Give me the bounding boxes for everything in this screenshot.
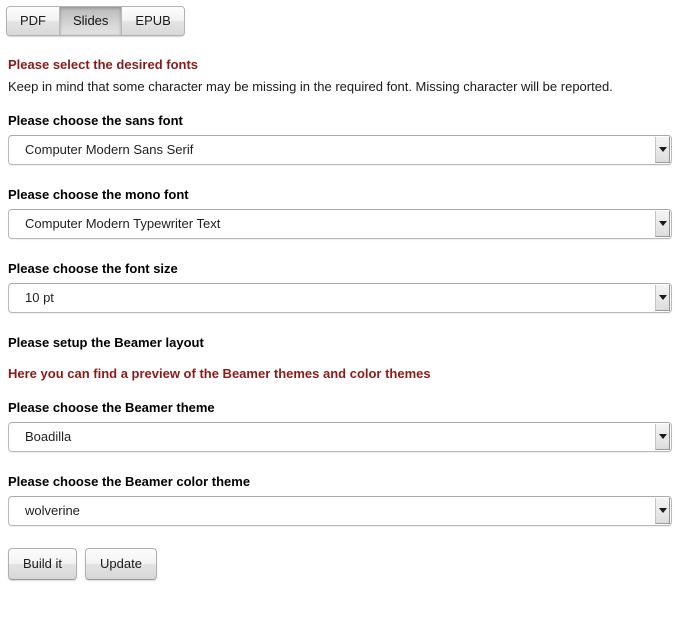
fonts-section-description: Keep in mind that some character may be … — [8, 79, 613, 94]
update-button[interactable]: Update — [85, 548, 157, 580]
tab-pdf[interactable]: PDF — [7, 7, 60, 35]
chevron-down-glyph — [658, 508, 667, 513]
font-size-select[interactable]: 10 pt — [8, 283, 672, 313]
chevron-down-icon[interactable] — [655, 211, 670, 237]
beamer-theme-value: Boadilla — [25, 429, 72, 444]
chevron-down-icon[interactable] — [655, 137, 670, 163]
mono-font-label: Please choose the mono font — [8, 187, 189, 202]
chevron-down-glyph — [658, 434, 667, 439]
beamer-theme-select[interactable]: Boadilla — [8, 422, 672, 452]
sans-font-label: Please choose the sans font — [8, 113, 183, 128]
beamer-color-theme-label: Please choose the Beamer color theme — [8, 474, 251, 489]
font-size-value: 10 pt — [25, 290, 54, 305]
chevron-down-glyph — [658, 147, 667, 152]
chevron-down-icon[interactable] — [655, 498, 670, 524]
fonts-section-heading: Please select the desired fonts — [8, 57, 199, 72]
sans-font-select[interactable]: Computer Modern Sans Serif — [8, 135, 672, 165]
beamer-color-theme-value: wolverine — [25, 503, 80, 518]
beamer-layout-heading: Please setup the Beamer layout — [8, 335, 204, 350]
action-button-row: Build it Update — [8, 548, 672, 580]
chevron-down-icon[interactable] — [655, 424, 670, 450]
tab-epub[interactable]: EPUB — [122, 7, 184, 35]
tab-slides[interactable]: Slides — [60, 7, 123, 35]
beamer-color-theme-select[interactable]: wolverine — [8, 496, 672, 526]
slides-settings-form: Please select the desired fonts Keep in … — [8, 56, 672, 580]
chevron-down-icon[interactable] — [655, 285, 670, 311]
chevron-down-glyph — [658, 221, 667, 226]
font-size-label: Please choose the font size — [8, 261, 178, 276]
sans-font-value: Computer Modern Sans Serif — [25, 142, 194, 157]
beamer-preview-link[interactable]: Here you can find a preview of the Beame… — [8, 365, 672, 382]
beamer-theme-label: Please choose the Beamer theme — [8, 400, 215, 415]
format-tab-bar: PDF Slides EPUB — [6, 6, 185, 36]
mono-font-select[interactable]: Computer Modern Typewriter Text — [8, 209, 672, 239]
mono-font-value: Computer Modern Typewriter Text — [25, 216, 221, 231]
build-it-button[interactable]: Build it — [8, 548, 78, 580]
chevron-down-glyph — [658, 295, 667, 300]
